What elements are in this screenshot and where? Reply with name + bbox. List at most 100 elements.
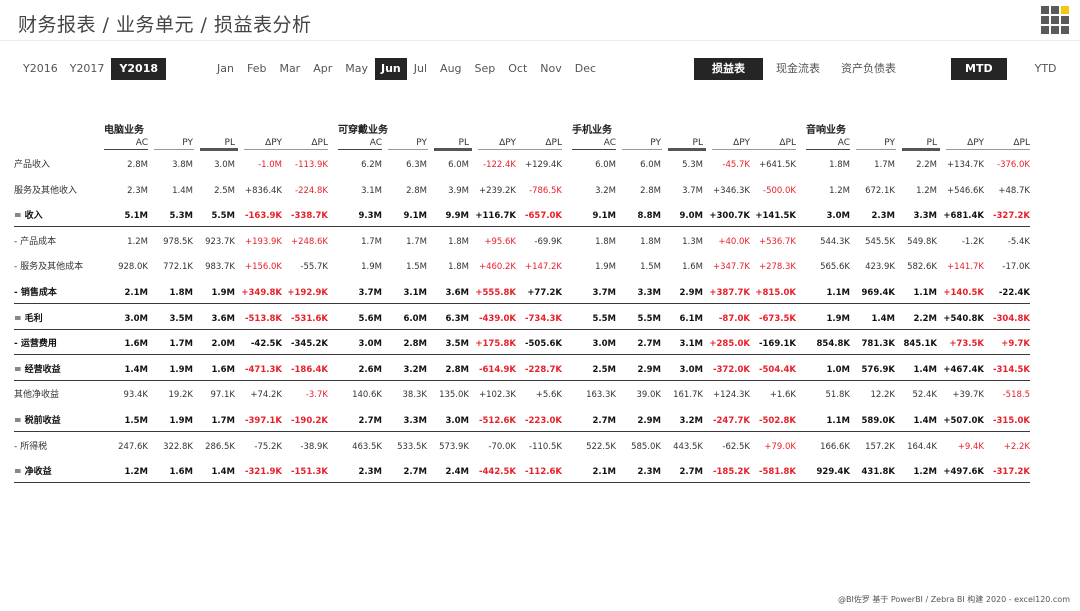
- month-option-9[interactable]: Oct: [502, 58, 533, 80]
- table-cell: 3.6M: [445, 288, 469, 298]
- header-rule: [154, 149, 194, 150]
- month-option-11[interactable]: Dec: [569, 58, 602, 80]
- page-title: 财务报表 / 业务单元 / 损益表分析: [18, 14, 312, 36]
- statement-option-0[interactable]: 损益表: [694, 58, 763, 80]
- row-label: = 税前收益: [14, 416, 61, 426]
- table-cell: 135.0K: [439, 390, 469, 401]
- header-rule: [856, 149, 896, 150]
- table-cell: 3.3M: [913, 211, 937, 222]
- table-cell: -228.7K: [524, 364, 562, 375]
- statement-option-2[interactable]: 资产负债表: [833, 58, 904, 80]
- table-cell: -657.0K: [524, 211, 562, 222]
- table-cell: 3.0M: [214, 160, 235, 170]
- logo-cell: [1041, 6, 1049, 14]
- row-label: - 所得税: [14, 441, 48, 452]
- table-cell: 2.0M: [211, 339, 235, 350]
- month-option-4[interactable]: May: [339, 58, 374, 80]
- month-option-5[interactable]: Jun: [375, 58, 407, 80]
- table-cell: 3.5M: [445, 339, 469, 350]
- period-option-0[interactable]: MTD: [951, 58, 1007, 80]
- row-label: - 服务及其他成本: [14, 262, 84, 273]
- table-cell: 164.4K: [907, 441, 937, 452]
- column-header: ΔPL: [311, 138, 328, 148]
- table-cell: +192.9K: [287, 288, 328, 298]
- month-option-1[interactable]: Feb: [241, 58, 272, 80]
- table-cell: -304.8K: [992, 313, 1030, 324]
- title-divider: [0, 40, 1080, 41]
- table-cell: 97.1K: [210, 390, 236, 401]
- table-cell: 1.4M: [211, 467, 235, 478]
- table-cell: 3.0M: [679, 364, 703, 375]
- row-total-rule: [14, 431, 1030, 432]
- row-total-rule: [14, 328, 1030, 330]
- table-cell: -734.3K: [524, 313, 562, 324]
- footer-credit: @BI佐罗 基于 PowerBI / Zebra BI 构建 2020 - ex…: [837, 595, 1070, 604]
- table-cell: -500.0K: [763, 185, 796, 196]
- table-cell: -581.8K: [758, 467, 796, 478]
- table-cell: -151.3K: [290, 467, 328, 478]
- month-option-10[interactable]: Nov: [534, 58, 567, 80]
- month-option-7[interactable]: Aug: [434, 58, 467, 80]
- table-cell: -5.4K: [1007, 236, 1030, 247]
- header-rule: [902, 148, 940, 151]
- table-cell: -186.4K: [290, 364, 328, 375]
- table-cell: 3.9M: [448, 185, 469, 196]
- row-label: - 产品成本: [14, 236, 57, 247]
- header-rule: [712, 149, 796, 150]
- row-label: = 净收益: [14, 467, 52, 478]
- table-cell: 2.9M: [679, 288, 703, 298]
- month-option-3[interactable]: Apr: [307, 58, 338, 80]
- column-header: AC: [603, 138, 616, 148]
- column-header: AC: [135, 138, 148, 148]
- month-option-0[interactable]: Jan: [211, 58, 240, 80]
- row-total-rule: [14, 226, 1030, 228]
- table-cell: 161.7K: [673, 390, 703, 401]
- table-cell: 1.1M: [913, 288, 937, 298]
- table-cell: 1.2M: [913, 467, 937, 478]
- table-cell: -504.4K: [758, 364, 796, 375]
- table-cell: 2.5M: [214, 185, 235, 196]
- table-cell: -338.7K: [290, 211, 328, 222]
- table-cell: 2.4M: [445, 467, 469, 478]
- column-header: ΔPL: [779, 138, 796, 148]
- table-cell: -3.7K: [305, 390, 328, 401]
- table-cell: -38.9K: [300, 441, 328, 452]
- table-cell: 286.5K: [205, 441, 235, 452]
- period-option-1[interactable]: YTD: [1029, 58, 1063, 80]
- statement-option-1[interactable]: 现金流表: [768, 58, 828, 80]
- header-rule: [946, 149, 1030, 150]
- table-cell: 845.1K: [903, 339, 937, 350]
- column-header: ΔPY: [967, 138, 984, 148]
- table-cell: -673.5K: [758, 313, 796, 324]
- table-cell: -531.6K: [290, 313, 328, 324]
- segment-title: 手机业务: [572, 125, 612, 136]
- grid-app-icon[interactable]: [1041, 6, 1071, 36]
- table-cell: 3.2M: [679, 416, 703, 426]
- year-option-1[interactable]: Y2017: [65, 58, 110, 80]
- table-cell: +147.2K: [524, 262, 562, 273]
- header-rule: [434, 148, 472, 151]
- table-cell: 1.9M: [211, 288, 235, 298]
- column-header: AC: [837, 138, 850, 148]
- column-header: PL: [692, 138, 703, 148]
- period-slicer: MTD YTD: [951, 58, 1063, 80]
- month-option-6[interactable]: Jul: [408, 58, 433, 80]
- segment-title: 电脑业务: [104, 125, 144, 136]
- table-cell: 6.3M: [445, 313, 469, 324]
- row-label: = 经营收益: [14, 364, 61, 375]
- table-cell: +1.6K: [769, 390, 796, 401]
- table-cell: -112.6K: [524, 467, 562, 478]
- row-label: - 销售成本: [14, 288, 57, 298]
- month-option-8[interactable]: Sep: [469, 58, 502, 80]
- table-cell: 1.4M: [913, 416, 937, 426]
- year-option-0[interactable]: Y2016: [18, 58, 63, 80]
- column-header: ΔPY: [265, 138, 282, 148]
- table-cell: 6.0M: [448, 160, 469, 170]
- table-cell: 2.7M: [679, 467, 703, 478]
- column-header: ΔPY: [733, 138, 750, 148]
- row-total-rule: [14, 482, 1030, 484]
- month-option-2[interactable]: Mar: [273, 58, 306, 80]
- segment-title: 可穿戴业务: [338, 125, 388, 136]
- year-option-2[interactable]: Y2018: [111, 58, 167, 80]
- table-cell: 52.4K: [912, 390, 938, 401]
